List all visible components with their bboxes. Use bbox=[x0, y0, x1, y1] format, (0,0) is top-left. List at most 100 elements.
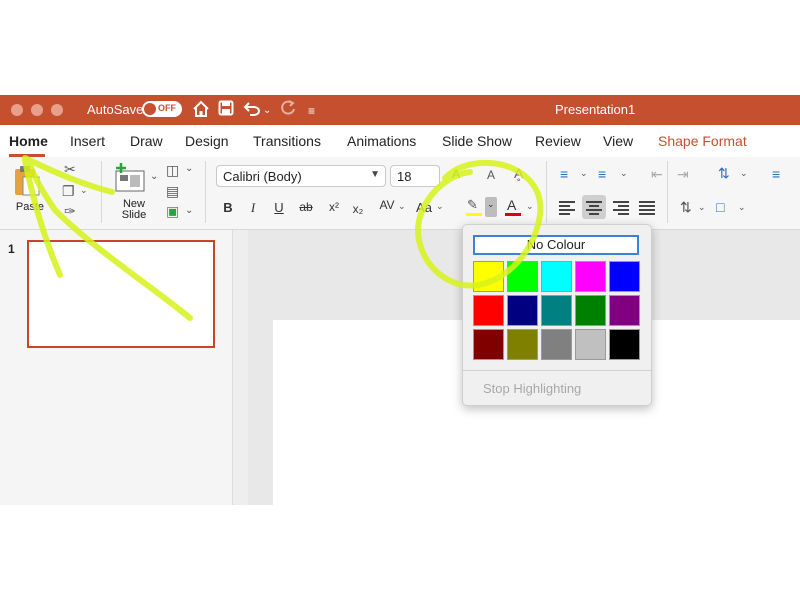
slide-number: 1 bbox=[8, 242, 15, 256]
color-swatch[interactable] bbox=[609, 295, 640, 326]
character-spacing-button[interactable]: AV bbox=[376, 198, 398, 212]
align-right-button[interactable] bbox=[612, 199, 630, 215]
tab-animations[interactable]: Animations bbox=[347, 133, 416, 149]
strikethrough-button[interactable]: ab bbox=[297, 200, 315, 214]
pane-splitter[interactable] bbox=[233, 230, 248, 505]
text-direction-dropdown-icon[interactable]: ⌄ bbox=[698, 202, 706, 213]
minimize-window-button[interactable] bbox=[31, 104, 43, 116]
customize-toolbar-icon[interactable]: ≡ bbox=[308, 102, 315, 120]
menu-divider bbox=[463, 370, 651, 371]
slide-thumbnail[interactable] bbox=[27, 240, 215, 348]
layout-dropdown-icon[interactable]: ⌄ bbox=[185, 163, 193, 174]
color-swatch[interactable] bbox=[507, 295, 538, 326]
font-size-value: 18 bbox=[397, 169, 412, 184]
align-left-button[interactable] bbox=[558, 199, 576, 215]
paste-label: Paste bbox=[15, 201, 45, 213]
save-icon[interactable] bbox=[218, 100, 234, 121]
tab-design[interactable]: Design bbox=[185, 133, 229, 149]
line-spacing-dropdown-icon[interactable]: ⌄ bbox=[740, 168, 748, 179]
format-painter-icon[interactable]: ✑ bbox=[64, 203, 76, 220]
highlight-color-dropdown[interactable]: ⌄ bbox=[485, 197, 497, 217]
align-text-dropdown-icon[interactable]: ⌄ bbox=[738, 202, 746, 213]
copy-icon[interactable]: ❐ bbox=[62, 183, 75, 200]
color-swatch[interactable] bbox=[575, 329, 606, 360]
close-window-button[interactable] bbox=[11, 104, 23, 116]
color-swatch[interactable] bbox=[507, 329, 538, 360]
font-color-button[interactable]: A bbox=[503, 197, 523, 219]
highlight-color-menu: No Colour Stop Highlighting bbox=[462, 224, 652, 406]
decrease-indent-icon[interactable]: ⇤ bbox=[651, 166, 663, 183]
undo-dropdown-icon[interactable]: ⌄ bbox=[263, 102, 271, 120]
font-size-select[interactable]: 18 bbox=[390, 165, 440, 187]
text-direction-icon[interactable]: ⇅ bbox=[680, 199, 692, 216]
autosave-toggle[interactable]: OFF bbox=[142, 101, 182, 117]
change-case-button[interactable]: Aa bbox=[413, 200, 435, 215]
tab-draw[interactable]: Draw bbox=[130, 133, 163, 149]
change-case-dropdown-icon[interactable]: ⌄ bbox=[436, 201, 444, 212]
stop-highlighting-option[interactable]: Stop Highlighting bbox=[483, 381, 581, 396]
reset-slide-icon[interactable]: ▤ bbox=[166, 183, 179, 200]
color-swatch[interactable] bbox=[473, 295, 504, 326]
autosave-label: AutoSave bbox=[87, 102, 144, 117]
tab-view[interactable]: View bbox=[603, 133, 633, 149]
chevron-down-icon: ▼ bbox=[370, 169, 380, 180]
tab-slide-show[interactable]: Slide Show bbox=[442, 133, 512, 149]
redo-icon[interactable] bbox=[280, 100, 296, 121]
font-name-value: Calibri (Body) bbox=[223, 169, 302, 184]
new-slide-dropdown-icon[interactable]: ⌄ bbox=[150, 171, 158, 182]
tab-insert[interactable]: Insert bbox=[70, 133, 105, 149]
align-text-icon[interactable]: □ bbox=[716, 199, 724, 215]
character-spacing-dropdown-icon[interactable]: ⌄ bbox=[398, 201, 406, 212]
new-slide-button[interactable] bbox=[113, 163, 147, 193]
document-title: Presentation1 bbox=[555, 102, 636, 117]
color-swatch[interactable] bbox=[609, 261, 640, 292]
bullets-dropdown-icon[interactable]: ⌄ bbox=[580, 168, 588, 179]
ribbon-separator bbox=[101, 161, 102, 223]
copy-dropdown-icon[interactable]: ⌄ bbox=[80, 185, 88, 196]
bold-button[interactable]: B bbox=[219, 200, 237, 215]
numbering-icon[interactable]: ≡ bbox=[598, 166, 606, 182]
tab-shape-format[interactable]: Shape Format bbox=[658, 133, 747, 149]
color-swatch[interactable] bbox=[575, 261, 606, 292]
color-swatch[interactable] bbox=[575, 295, 606, 326]
section-icon[interactable]: ▣ bbox=[166, 203, 179, 220]
numbering-dropdown-icon[interactable]: ⌄ bbox=[620, 168, 628, 179]
color-swatch[interactable] bbox=[609, 329, 640, 360]
no-colour-option[interactable]: No Colour bbox=[473, 235, 639, 255]
increase-font-size-icon[interactable]: A bbox=[452, 167, 460, 181]
highlight-color-button[interactable]: ✎ bbox=[464, 197, 484, 219]
tab-review[interactable]: Review bbox=[535, 133, 581, 149]
align-center-button[interactable] bbox=[582, 195, 606, 219]
justify-button[interactable] bbox=[638, 199, 656, 215]
color-swatch[interactable] bbox=[473, 329, 504, 360]
tab-home[interactable]: Home bbox=[9, 133, 48, 149]
tab-transitions[interactable]: Transitions bbox=[253, 133, 321, 149]
font-color-dropdown-icon[interactable]: ⌄ bbox=[526, 201, 534, 212]
clear-formatting-icon[interactable]: Ḁ bbox=[514, 165, 523, 181]
superscript-button[interactable]: x² bbox=[325, 200, 343, 214]
underline-button[interactable]: U bbox=[270, 200, 288, 215]
color-swatch[interactable] bbox=[507, 261, 538, 292]
paste-button[interactable] bbox=[12, 165, 42, 197]
line-spacing-icon[interactable]: ⇅ bbox=[718, 165, 730, 182]
highlight-color-bar bbox=[466, 213, 482, 216]
subscript-button[interactable]: x₂ bbox=[349, 202, 367, 216]
decrease-font-size-icon[interactable]: A bbox=[487, 168, 495, 182]
home-icon[interactable] bbox=[192, 100, 210, 123]
maximize-window-button[interactable] bbox=[51, 104, 63, 116]
layout-icon[interactable]: ◫ bbox=[166, 162, 179, 179]
columns-icon[interactable]: ≡ bbox=[772, 166, 780, 182]
color-swatch[interactable] bbox=[541, 329, 572, 360]
color-swatch[interactable] bbox=[473, 261, 504, 292]
color-swatch[interactable] bbox=[541, 295, 572, 326]
undo-icon[interactable] bbox=[243, 100, 261, 121]
color-swatch[interactable] bbox=[541, 261, 572, 292]
italic-button[interactable]: I bbox=[244, 200, 262, 216]
font-name-select[interactable]: Calibri (Body) ▼ bbox=[216, 165, 386, 187]
section-dropdown-icon[interactable]: ⌄ bbox=[185, 205, 193, 216]
cut-icon[interactable]: ✂ bbox=[64, 161, 76, 178]
bullets-icon[interactable]: ≡ bbox=[560, 166, 568, 182]
paste-icon bbox=[15, 166, 40, 196]
increase-indent-icon[interactable]: ⇥ bbox=[677, 166, 689, 183]
autosave-toggle-knob bbox=[144, 103, 156, 115]
